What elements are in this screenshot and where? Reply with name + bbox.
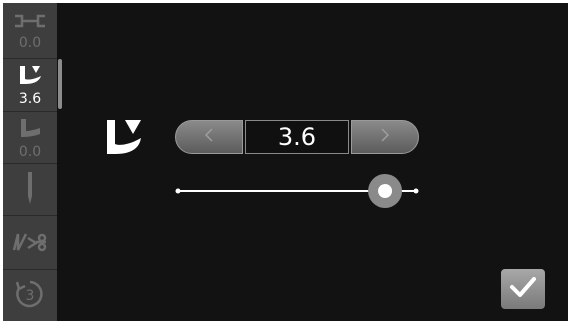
- needle-icon: [23, 170, 37, 210]
- increase-button[interactable]: [351, 120, 419, 154]
- presser-foot-height-icon: [15, 117, 45, 143]
- chevron-left-icon: [203, 127, 215, 147]
- checkmark-icon: [509, 276, 537, 302]
- presser-foot-pressure-icon: [103, 116, 149, 160]
- presser-foot-pressure-icon: [15, 64, 45, 90]
- stitch-width-icon: [12, 12, 48, 34]
- svg-text:3: 3: [26, 288, 35, 304]
- value-stepper: 3.6: [175, 120, 419, 154]
- sidebar: 0.0 3.6 0.0 3: [3, 3, 57, 321]
- sidebar-item-presser-foot-height[interactable]: 0.0: [3, 112, 57, 164]
- sidebar-item-value: 0.0: [18, 34, 42, 51]
- sidebar-item-reverse-stitch[interactable]: 3: [3, 270, 57, 321]
- active-item-indicator: [58, 59, 62, 109]
- chevron-right-icon: [379, 127, 391, 147]
- slider-start-dot: [175, 188, 181, 194]
- confirm-button[interactable]: [501, 269, 545, 309]
- thread-cut-icon: [10, 230, 50, 256]
- sidebar-item-needle[interactable]: [3, 164, 57, 216]
- sidebar-item-value: 3.6: [18, 91, 42, 107]
- decrease-button[interactable]: [175, 120, 243, 154]
- value-display: 3.6: [245, 120, 349, 154]
- sidebar-item-value: 0.0: [18, 143, 42, 160]
- slider-thumb: [368, 174, 403, 208]
- value-slider[interactable]: [173, 171, 421, 211]
- reverse-stitch-3-icon: 3: [14, 278, 46, 314]
- screen: 0.0 3.6 0.0 3 3.6: [3, 3, 568, 321]
- slider-end-dot: [413, 188, 419, 194]
- sidebar-item-presser-foot-pressure[interactable]: 3.6: [3, 59, 57, 112]
- sidebar-item-stitch-width[interactable]: 0.0: [3, 3, 57, 59]
- sidebar-item-thread-cut[interactable]: [3, 216, 57, 270]
